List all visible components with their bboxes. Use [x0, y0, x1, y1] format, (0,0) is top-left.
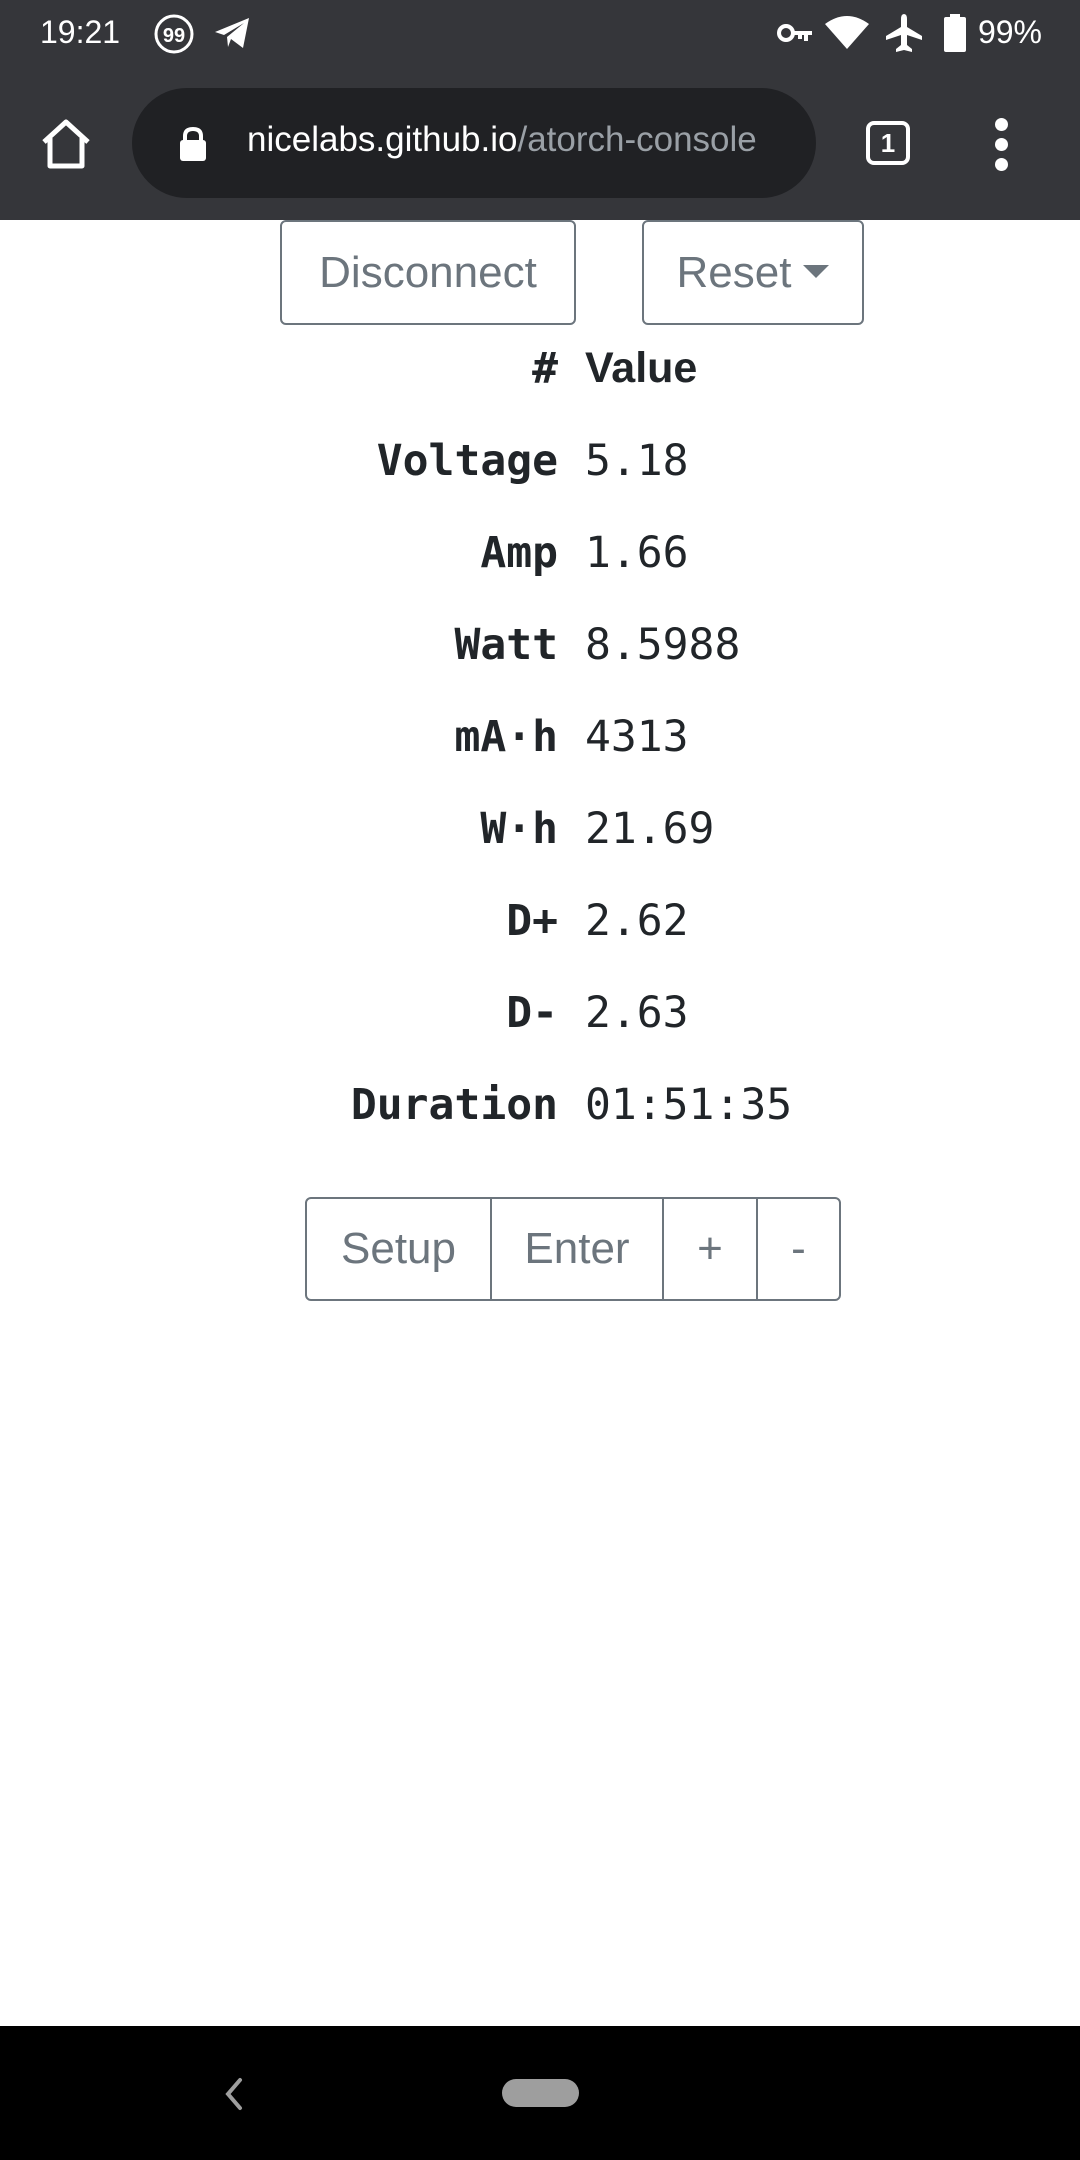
vpn-key-icon — [776, 18, 814, 53]
row-value: 4313 — [585, 712, 689, 762]
address-bar[interactable]: nicelabs.github.io/atorch-console — [132, 88, 816, 198]
table-header: # Value — [0, 344, 1080, 436]
telegram-icon — [212, 13, 252, 58]
disconnect-button[interactable]: Disconnect — [280, 220, 576, 325]
table-row: Amp 1.66 — [0, 528, 1080, 620]
header-label: # — [532, 344, 558, 394]
table-row: D- 2.63 — [0, 988, 1080, 1080]
table-row: Watt 8.5988 — [0, 620, 1080, 712]
minus-label: - — [791, 1224, 806, 1273]
browser-toolbar: nicelabs.github.io/atorch-console 1 — [0, 68, 1080, 220]
row-label: Amp — [480, 528, 558, 578]
url-host: nicelabs.github.io — [247, 120, 518, 159]
more-menu-icon[interactable] — [988, 118, 1016, 171]
reset-label: Reset — [676, 248, 792, 297]
control-button-group: Setup Enter + - — [305, 1197, 841, 1301]
enter-label: Enter — [524, 1224, 630, 1273]
url-path: /atorch-console — [517, 120, 757, 159]
row-value: 2.62 — [585, 896, 689, 946]
table-row: W·h 21.69 — [0, 804, 1080, 896]
row-value: 01:51:35 — [585, 1080, 793, 1130]
table-row: mA·h 4313 — [0, 712, 1080, 804]
reset-dropdown-button[interactable]: Reset — [642, 220, 864, 325]
airplane-mode-icon — [884, 12, 924, 59]
row-label: D- — [506, 988, 558, 1038]
row-value: 8.5988 — [585, 620, 741, 670]
minus-button[interactable]: - — [758, 1199, 839, 1299]
notification-badge-count: 99 — [163, 25, 185, 47]
row-value: 5.18 — [585, 436, 689, 486]
page-content: Disconnect Reset # Value Voltage 5.18 Am… — [0, 220, 1080, 2026]
row-value: 1.66 — [585, 528, 689, 578]
table-row: Voltage 5.18 — [0, 436, 1080, 528]
home-icon[interactable] — [36, 114, 96, 174]
row-label: mA·h — [454, 712, 558, 762]
row-label: W·h — [480, 804, 558, 854]
setup-label: Setup — [341, 1224, 456, 1273]
url-text: nicelabs.github.io/atorch-console — [247, 120, 792, 160]
home-pill-button[interactable] — [502, 2079, 579, 2107]
navigation-bar — [0, 2026, 1080, 2160]
row-value: 21.69 — [585, 804, 715, 854]
enter-button[interactable]: Enter — [492, 1199, 664, 1299]
wifi-icon — [824, 16, 870, 55]
row-label: Duration — [350, 1080, 558, 1130]
tab-switcher-button[interactable]: 1 — [866, 121, 910, 165]
row-label: D+ — [506, 896, 558, 946]
battery-percent: 99% — [977, 14, 1042, 50]
back-icon[interactable] — [218, 2074, 248, 2119]
table-row: D+ 2.62 — [0, 896, 1080, 988]
caret-down-icon — [803, 264, 830, 278]
setup-button[interactable]: Setup — [307, 1199, 492, 1299]
header-value: Value — [585, 344, 698, 392]
row-value: 2.63 — [585, 988, 689, 1038]
disconnect-label: Disconnect — [319, 248, 537, 297]
notification-badge-icon: 99 — [152, 12, 196, 61]
row-label: Voltage — [376, 436, 558, 486]
battery-icon — [944, 14, 966, 57]
status-bar: 19:21 99 99% — [0, 0, 1080, 68]
status-time: 19:21 — [40, 14, 121, 50]
table-row: Duration 01:51:35 — [0, 1080, 1080, 1172]
row-label: Watt — [454, 620, 558, 670]
plus-button[interactable]: + — [664, 1199, 758, 1299]
plus-label: + — [697, 1224, 723, 1273]
tab-count: 1 — [880, 128, 896, 158]
lock-icon — [178, 126, 208, 167]
